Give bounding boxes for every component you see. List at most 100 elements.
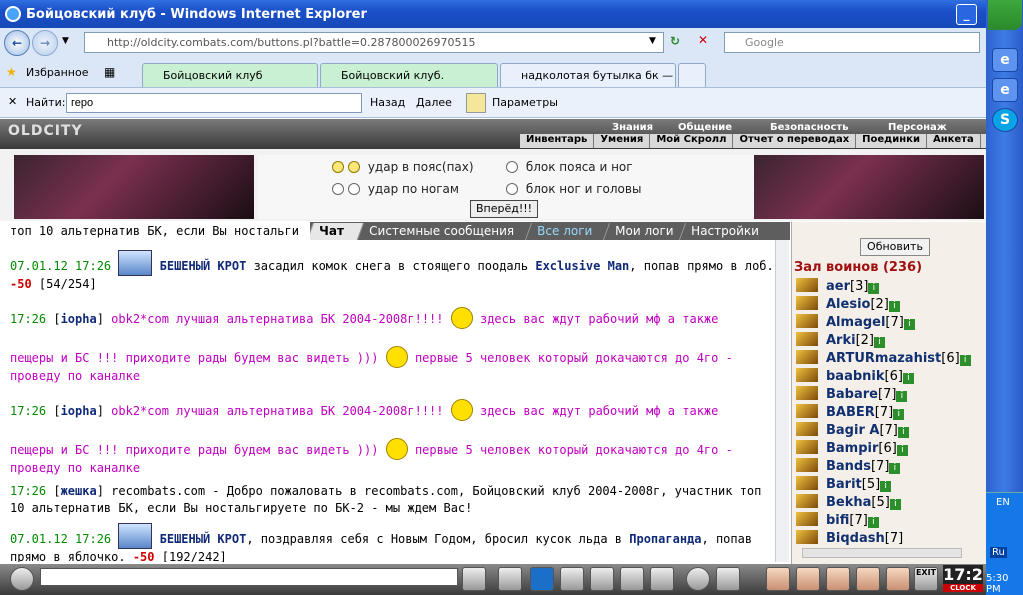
search-input[interactable]: Google (724, 32, 980, 53)
menu-obshchenie[interactable]: Общение (678, 122, 732, 133)
info-icon[interactable]: i (889, 463, 901, 474)
bag-icon[interactable] (766, 567, 790, 591)
player-item[interactable]: Bekha[5] i (796, 494, 901, 512)
info-icon[interactable]: i (959, 355, 971, 366)
send-icon[interactable] (462, 567, 486, 591)
info-icon[interactable]: i (867, 517, 879, 528)
player-item[interactable]: Babare[7] i (796, 386, 908, 404)
find-prev-button[interactable]: Назад (370, 96, 405, 109)
player-item[interactable]: bifi[7] i (796, 512, 879, 530)
favorites-label[interactable]: Избранное (26, 66, 88, 79)
find-params-button[interactable]: Параметры (492, 96, 558, 109)
find-input[interactable] (66, 93, 362, 113)
translit-icon[interactable] (620, 567, 644, 591)
info-icon[interactable]: i (893, 409, 905, 420)
friends-icon[interactable] (886, 567, 910, 591)
home-icon[interactable] (856, 567, 880, 591)
player-item[interactable]: BABER[7] i (796, 404, 905, 422)
info-icon[interactable]: i (889, 499, 901, 510)
submit-attack-button[interactable]: Вперёд!!! (470, 200, 538, 218)
player-item[interactable]: Bands[7] i (796, 458, 901, 476)
address-input[interactable]: http://oldcity.combats.com/buttons.pl?ba… (84, 32, 664, 53)
refresh-button[interactable]: Обновить (860, 238, 930, 256)
info-icon[interactable]: i (896, 391, 908, 402)
info-icon[interactable]: i (896, 445, 908, 456)
block-option-1[interactable]: блок пояса и ног (506, 160, 633, 174)
info-icon[interactable]: i (880, 481, 892, 492)
player-status-icon (796, 278, 818, 292)
submenu-skills[interactable]: Умения (594, 134, 651, 148)
favorites-star-icon[interactable]: ★ (6, 65, 17, 79)
stop-icon[interactable]: ✕ (698, 33, 708, 47)
info-icon[interactable]: i (874, 337, 885, 348)
fight-icon[interactable] (796, 567, 820, 591)
find-next-button[interactable]: Далее (416, 96, 452, 109)
music-icon[interactable] (650, 567, 674, 591)
helmet-icon[interactable] (716, 567, 740, 591)
clear-icon[interactable] (498, 567, 522, 591)
info-icon[interactable]: i (903, 319, 915, 330)
find-close-icon[interactable]: ✕ (8, 95, 17, 108)
address-dropdown-icon[interactable]: ▼ (649, 36, 656, 46)
players-hscrollbar[interactable] (802, 548, 962, 558)
smiley-icon[interactable] (686, 567, 710, 591)
tab-3[interactable]: надколотая бутылка бк — ... (500, 63, 676, 87)
info-icon[interactable]: i (868, 283, 880, 294)
player-item[interactable]: ARTURmazahist[6] i (796, 350, 971, 368)
submenu-transfers[interactable]: Отчет о переводах (733, 134, 857, 148)
player-item[interactable]: Alesio[2] i (796, 296, 900, 314)
history-dropdown-icon[interactable]: ▼ (62, 36, 69, 46)
attack-option-1[interactable]: удар в пояс(пах) (332, 160, 474, 174)
player-item[interactable]: Bagir A[7] i (796, 422, 909, 440)
skype-icon[interactable]: S (992, 108, 1018, 132)
chat-mode-icon[interactable] (10, 567, 34, 591)
player-status-icon (796, 350, 818, 364)
minimize-button[interactable]: _ (956, 4, 977, 25)
back-button[interactable]: ← (4, 30, 30, 56)
submenu-profile[interactable]: Анкета (927, 134, 981, 148)
forward-button[interactable]: → (32, 30, 58, 56)
player-item[interactable]: Barit[5] i (796, 476, 892, 494)
new-tab-button[interactable] (678, 63, 706, 87)
attack-option-2[interactable]: удар по ногам (332, 182, 459, 196)
highlight-icon[interactable] (466, 93, 486, 113)
player-item[interactable]: baabnik[6] i (796, 368, 914, 386)
menu-personazh[interactable]: Персонаж (888, 122, 947, 133)
fighter-icon[interactable] (590, 567, 614, 591)
player-status-icon (796, 296, 818, 310)
taskbar-ie-icon[interactable]: e (992, 48, 1018, 72)
info-icon[interactable]: i (902, 373, 914, 384)
menu-znaniya[interactable]: Знания (612, 122, 653, 133)
radio-icon (332, 161, 344, 173)
player-item[interactable]: Arki[2] i (796, 332, 885, 350)
chat-input[interactable] (40, 568, 458, 586)
player-item[interactable]: Biqdash[7] (796, 530, 903, 548)
tab-chat[interactable]: Чат (306, 223, 364, 240)
block-option-2[interactable]: блок ног и головы (506, 182, 641, 196)
tab-my-logs[interactable]: Мои логи (602, 223, 686, 240)
tab-2[interactable]: Бойцовский клуб. (320, 63, 498, 87)
info-icon[interactable]: i (897, 427, 909, 438)
player-item[interactable]: Bampir[6] i (796, 440, 908, 458)
filter-icon[interactable] (530, 567, 554, 591)
menu-bezopasnost[interactable]: Безопасность (770, 122, 849, 133)
group-icon[interactable] (826, 567, 850, 591)
submenu-inventory[interactable]: Инвентарь (520, 134, 595, 148)
player-item[interactable]: aer[3] i (796, 278, 880, 296)
tab-settings[interactable]: Настройки (678, 223, 782, 240)
tab-1[interactable]: Бойцовский клуб (142, 63, 318, 87)
player-status-icon (796, 422, 818, 436)
refresh-icon[interactable]: ↻ (670, 34, 680, 48)
quick-tabs-icon[interactable]: ▦ (104, 65, 115, 79)
taskbar-ie-icon[interactable]: e (992, 78, 1018, 102)
submenu-scroll[interactable]: Мой Скролл (650, 134, 734, 148)
exit-button[interactable]: EXIT (914, 567, 938, 591)
save-icon[interactable] (560, 567, 584, 591)
tab-system[interactable]: Системные сообщения (356, 223, 532, 240)
info-icon[interactable]: i (888, 301, 900, 312)
player-item[interactable]: Almagel[7] i (796, 314, 915, 332)
start-button[interactable] (988, 0, 1022, 30)
submenu-duels[interactable]: Поединки (856, 134, 927, 148)
tab-all-logs[interactable]: Все логи (524, 223, 610, 240)
chat-scrollbar[interactable] (775, 240, 789, 562)
